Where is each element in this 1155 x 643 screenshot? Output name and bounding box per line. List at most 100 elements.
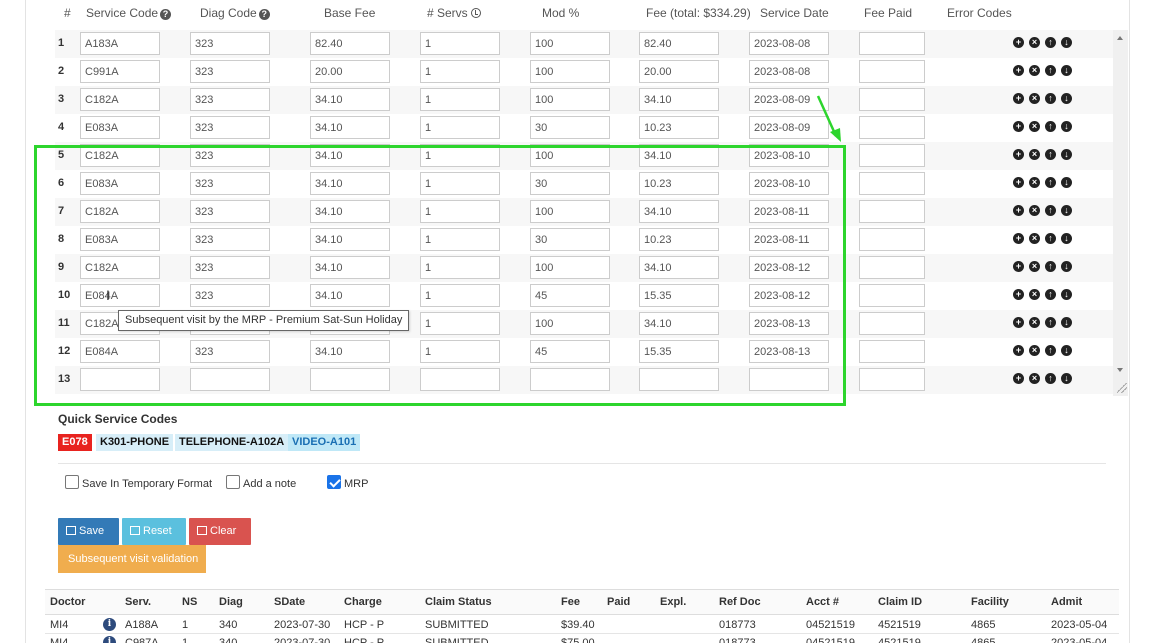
fee-input[interactable]: 82.40 [639,32,719,55]
num-servs-input[interactable]: 1 [420,88,500,111]
x-circle-icon[interactable]: × [1029,289,1040,300]
x-circle-icon[interactable]: × [1029,37,1040,48]
arrow-up-circle-icon[interactable]: ↑ [1045,149,1056,160]
x-circle-icon[interactable]: × [1029,205,1040,216]
base-fee-input[interactable]: 82.40 [310,32,390,55]
quick-code-k301-phone[interactable]: K301-PHONE [96,434,174,451]
fee-paid-input[interactable] [859,340,925,363]
claims-col-header[interactable]: SDate [274,596,305,608]
x-circle-icon[interactable]: × [1029,233,1040,244]
fee-paid-input[interactable] [859,284,925,307]
service-code-input[interactable]: E083A [80,116,160,139]
x-circle-icon[interactable]: × [1029,65,1040,76]
scroll-up-icon[interactable] [1117,36,1123,40]
help-icon[interactable]: ? [258,9,270,20]
arrow-up-circle-icon[interactable]: ↑ [1045,65,1056,76]
plus-circle-icon[interactable]: + [1013,317,1024,328]
num-servs-input[interactable]: 1 [420,32,500,55]
x-circle-icon[interactable]: × [1029,149,1040,160]
x-circle-icon[interactable]: × [1029,373,1040,384]
fee-paid-input[interactable] [859,228,925,251]
fee-paid-input[interactable] [859,32,925,55]
claims-col-header[interactable]: Claim Status [425,596,492,608]
info-icon[interactable]: i [103,618,116,631]
arrow-down-circle-icon[interactable]: ↓ [1061,345,1072,356]
quick-code-e078[interactable]: E078 [58,434,92,451]
num-servs-input[interactable]: 1 [420,116,500,139]
fee-input[interactable]: 34.10 [639,88,719,111]
claims-row[interactable]: i MI4 A188A 1 340 2023-07-30 HCP - P SUBMITTED $… [45,616,1119,634]
diag-code-input[interactable]: 323 [190,60,270,83]
plus-circle-icon[interactable]: + [1013,93,1024,104]
plus-circle-icon[interactable]: + [1013,261,1024,272]
arrow-up-circle-icon[interactable]: ↑ [1045,37,1056,48]
service-code-input[interactable]: C182A [80,88,160,111]
plus-circle-icon[interactable]: + [1013,345,1024,356]
arrow-up-circle-icon[interactable]: ↑ [1045,205,1056,216]
reset-button[interactable]: Reset [122,518,186,545]
save-button[interactable]: Save [58,518,119,545]
diag-code-input[interactable]: 323 [190,116,270,139]
claims-col-header[interactable]: Admit [1051,596,1082,608]
mod-percent-input[interactable]: 100 [530,88,610,111]
arrow-up-circle-icon[interactable]: ↑ [1045,233,1056,244]
arrow-down-circle-icon[interactable]: ↓ [1061,37,1072,48]
claims-col-header[interactable]: Facility [971,596,1009,608]
clear-button[interactable]: Clear [189,518,251,545]
claims-col-header[interactable]: Paid [607,596,630,608]
fee-paid-input[interactable] [859,172,925,195]
plus-circle-icon[interactable]: + [1013,37,1024,48]
add-note-checkbox[interactable] [226,475,240,489]
arrow-up-circle-icon[interactable]: ↑ [1045,289,1056,300]
fee-paid-input[interactable] [859,116,925,139]
claims-col-header[interactable]: Fee [561,596,580,608]
arrow-up-circle-icon[interactable]: ↑ [1045,177,1056,188]
plus-circle-icon[interactable]: + [1013,177,1024,188]
diag-code-input[interactable]: 323 [190,88,270,111]
arrow-down-circle-icon[interactable]: ↓ [1061,317,1072,328]
arrow-down-circle-icon[interactable]: ↓ [1061,177,1072,188]
mod-percent-input[interactable]: 100 [530,60,610,83]
arrow-down-circle-icon[interactable]: ↓ [1061,205,1072,216]
service-code-input[interactable]: C991A [80,60,160,83]
arrow-up-circle-icon[interactable]: ↑ [1045,345,1056,356]
service-date-input[interactable]: 2023-08-08 [749,60,829,83]
fee-input[interactable]: 20.00 [639,60,719,83]
fee-paid-input[interactable] [859,144,925,167]
base-fee-input[interactable]: 34.10 [310,88,390,111]
plus-circle-icon[interactable]: + [1013,121,1024,132]
arrow-up-circle-icon[interactable]: ↑ [1045,93,1056,104]
arrow-down-circle-icon[interactable]: ↓ [1061,65,1072,76]
x-circle-icon[interactable]: × [1029,345,1040,356]
claims-row[interactable]: i MI4 C987A 1 340 2023-07-30 HCP - P SUBMITTED $… [45,634,1119,643]
claims-col-header[interactable]: NS [182,596,197,608]
mod-percent-input[interactable]: 30 [530,116,610,139]
fee-paid-input[interactable] [859,88,925,111]
fee-paid-input[interactable] [859,368,925,391]
plus-circle-icon[interactable]: + [1013,233,1024,244]
service-date-input[interactable]: 2023-08-08 [749,32,829,55]
arrow-down-circle-icon[interactable]: ↓ [1061,121,1072,132]
x-circle-icon[interactable]: × [1029,93,1040,104]
arrow-down-circle-icon[interactable]: ↓ [1061,373,1072,384]
fee-paid-input[interactable] [859,200,925,223]
arrow-up-circle-icon[interactable]: ↑ [1045,317,1056,328]
x-circle-icon[interactable]: × [1029,177,1040,188]
fee-paid-input[interactable] [859,312,925,335]
claims-col-header[interactable]: Doctor [50,596,85,608]
claims-col-header[interactable]: Expl. [660,596,686,608]
base-fee-input[interactable]: 34.10 [310,116,390,139]
arrow-down-circle-icon[interactable]: ↓ [1061,289,1072,300]
arrow-down-circle-icon[interactable]: ↓ [1061,149,1072,160]
claims-col-header[interactable]: Diag [219,596,243,608]
subsequent-visit-validation-button[interactable]: Subsequent visit validation [58,545,206,573]
claims-col-header[interactable]: Acct # [806,596,839,608]
mod-percent-input[interactable]: 100 [530,32,610,55]
diag-code-input[interactable]: 323 [190,32,270,55]
scroll-down-icon[interactable] [1117,368,1123,372]
claims-col-header[interactable]: Ref Doc [719,596,761,608]
plus-circle-icon[interactable]: + [1013,289,1024,300]
x-circle-icon[interactable]: × [1029,317,1040,328]
save-temp-format-checkbox[interactable] [65,475,79,489]
arrow-down-circle-icon[interactable]: ↓ [1061,233,1072,244]
